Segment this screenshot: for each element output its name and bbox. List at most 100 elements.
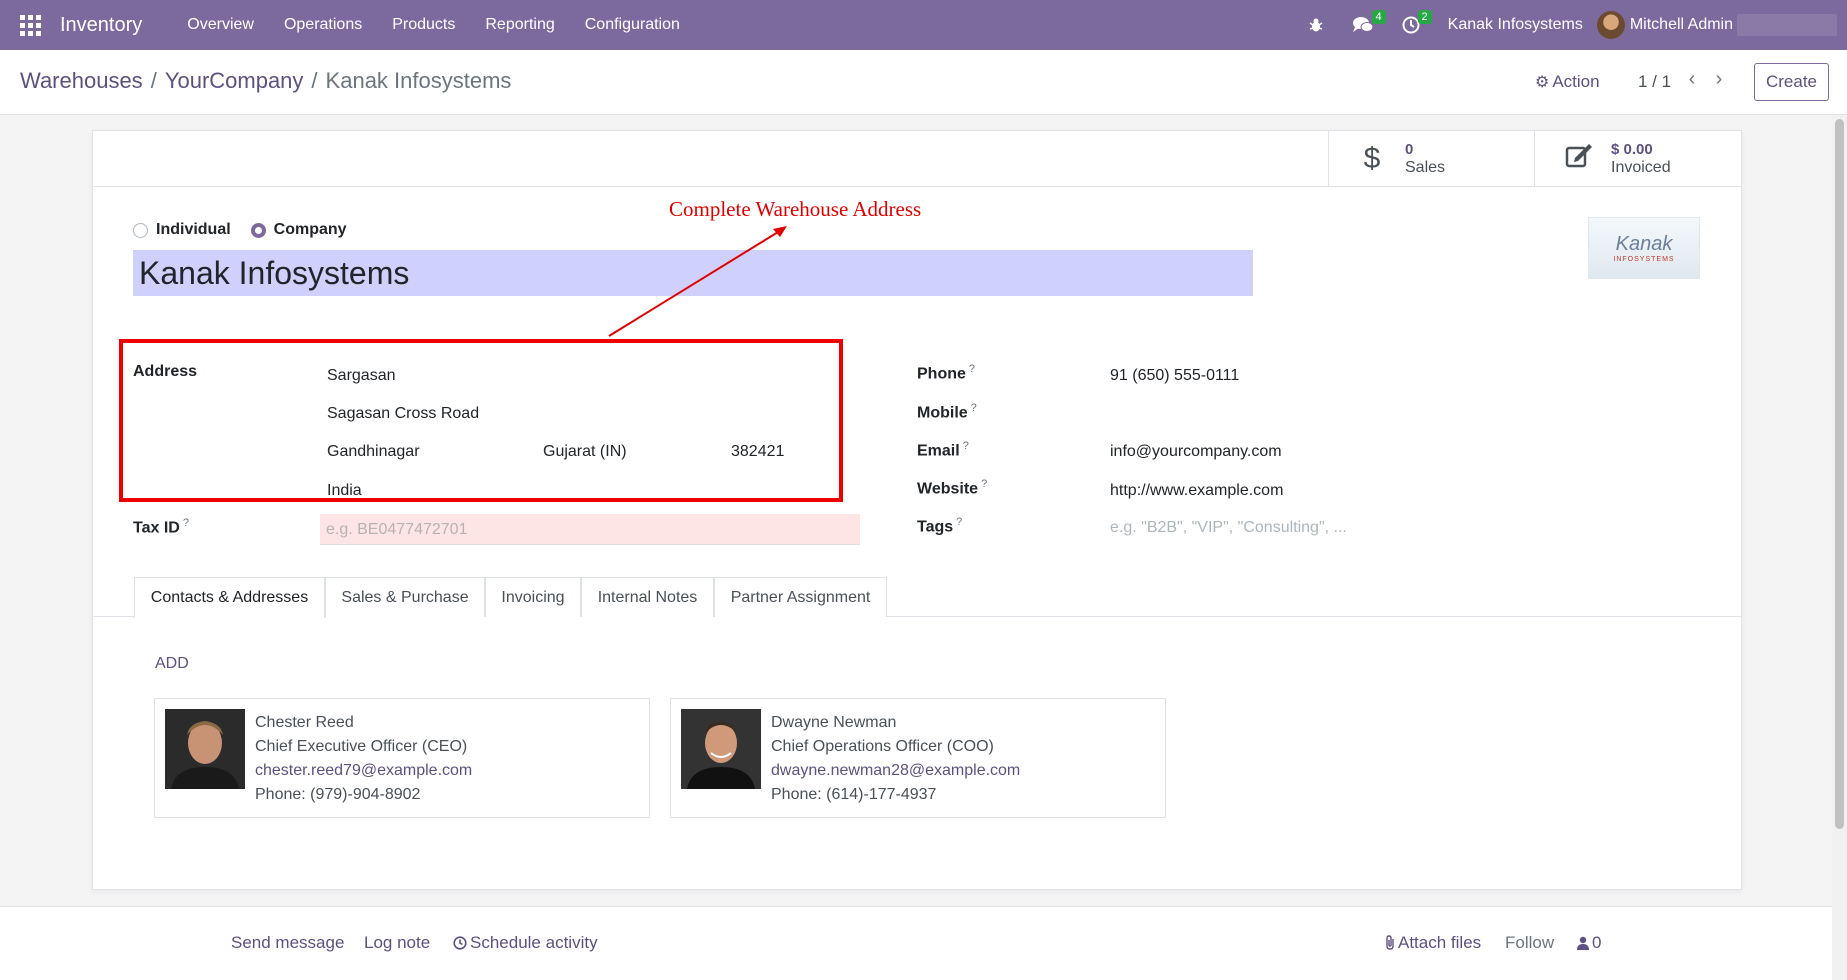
send-message-button[interactable]: Send message — [231, 933, 344, 953]
user-avatar — [1596, 11, 1625, 39]
sales-count: 0 — [1405, 141, 1414, 158]
create-button[interactable]: Create — [1754, 63, 1829, 101]
user-menu[interactable]: Mitchell Admin — [1596, 11, 1847, 39]
messages-chat-icon[interactable]: 4 — [1338, 0, 1388, 50]
tax-id-label: Tax ID? — [133, 517, 189, 537]
phone-field[interactable]: 91 (650) 555-0111 — [1110, 367, 1239, 385]
attach-files-label: Attach files — [1398, 933, 1482, 952]
sales-label: Sales — [1405, 159, 1446, 176]
contact-email[interactable]: chester.reed79@example.com — [255, 759, 472, 783]
tags-label: Tags? — [917, 516, 963, 536]
notebook-tabs: Contacts & Addresses Sales & Purchase In… — [93, 577, 1741, 618]
debug-bug-icon[interactable] — [1294, 0, 1338, 50]
website-field[interactable]: http://www.example.com — [1110, 482, 1283, 500]
email-label: Email? — [917, 440, 969, 460]
contact-photo — [681, 709, 761, 789]
individual-label[interactable]: Individual — [156, 221, 231, 239]
sales-smart-button[interactable]: $ 0 Sales — [1328, 131, 1534, 187]
tags-input[interactable]: e.g. "B2B", "VIP", "Consulting", ... — [1110, 519, 1347, 537]
logo-text: Kanak — [1615, 233, 1673, 255]
edit-icon — [1565, 142, 1592, 176]
schedule-activity-button[interactable]: Schedule activity — [453, 933, 598, 953]
contact-name: Dwayne Newman — [771, 714, 897, 731]
scrollbar-thumb[interactable] — [1835, 119, 1844, 829]
street2-field[interactable]: Sagasan Cross Road — [327, 405, 479, 423]
systray: 4 2 Kanak Infosystems Mitchell Admin — [1294, 0, 1847, 50]
help-tooltip-icon: ? — [970, 402, 977, 414]
invoiced-amount: $ 0.00 — [1611, 141, 1653, 158]
menu-overview[interactable]: Overview — [172, 0, 269, 50]
invoiced-smart-button[interactable]: $ 0.00 Invoiced — [1534, 131, 1741, 187]
invoiced-label: Invoiced — [1611, 159, 1671, 176]
attach-files-button[interactable]: Attach files — [1384, 933, 1481, 953]
app-name[interactable]: Inventory — [60, 14, 142, 37]
address-label: Address — [133, 363, 198, 380]
breadcrumb-warehouses[interactable]: Warehouses — [20, 68, 143, 94]
help-tooltip-icon: ? — [962, 440, 969, 452]
tax-id-input[interactable]: e.g. BE0477472701 — [320, 514, 860, 545]
breadcrumb-separator: / — [150, 68, 157, 93]
help-tooltip-icon: ? — [182, 517, 189, 529]
contact-email[interactable]: dwayne.newman28@example.com — [771, 759, 1020, 783]
schedule-activity-label: Schedule activity — [470, 933, 598, 952]
add-contact-button[interactable]: ADD — [155, 655, 189, 673]
partner-name-input[interactable]: Kanak Infosystems — [133, 250, 1253, 296]
company-switcher[interactable]: Kanak Infosystems — [1434, 16, 1597, 34]
breadcrumb-separator: / — [311, 68, 318, 93]
follow-button[interactable]: Follow — [1505, 933, 1554, 953]
chatter-bar: Send message Log note Schedule activity … — [0, 906, 1832, 980]
street-field[interactable]: Sargasan — [327, 367, 396, 385]
menu-products[interactable]: Products — [377, 0, 470, 50]
menu-operations[interactable]: Operations — [269, 0, 377, 50]
help-tooltip-icon: ? — [968, 363, 976, 375]
control-panel: Warehouses / YourCompany / Kanak Infosys… — [0, 50, 1847, 115]
activities-clock-icon[interactable]: 2 — [1388, 0, 1434, 50]
zip-field[interactable]: 382421 — [731, 443, 784, 461]
contact-title: Chief Operations Officer (COO) — [771, 738, 994, 755]
contact-title: Chief Executive Officer (CEO) — [255, 738, 468, 755]
followers-count: 0 — [1592, 933, 1602, 952]
tab-contacts-addresses[interactable]: Contacts & Addresses — [134, 577, 325, 618]
contact-name: Chester Reed — [255, 714, 354, 731]
logo-subtext: INFOSYSTEMS — [1613, 256, 1675, 263]
main-menu: Overview Operations Products Reporting C… — [172, 0, 695, 50]
pager-value[interactable]: 1 / 1 — [1638, 72, 1671, 92]
tab-internal-notes[interactable]: Internal Notes — [581, 577, 714, 617]
apps-menu-icon[interactable] — [0, 0, 60, 50]
smart-button-box: $ 0 Sales $ 0.00 Invoiced — [93, 131, 1741, 187]
chevron-left-icon[interactable]: ‹ — [1682, 68, 1702, 91]
chevron-right-icon[interactable]: › — [1709, 68, 1729, 91]
form-sheet: $ 0 Sales $ 0.00 Invoiced Individual Com… — [92, 130, 1742, 890]
breadcrumb: Warehouses / YourCompany / Kanak Infosys… — [20, 68, 511, 94]
page-scrollbar[interactable] — [1832, 115, 1847, 980]
annotation-label: Complete Warehouse Address — [669, 197, 922, 221]
country-field[interactable]: India — [327, 482, 362, 500]
company-label[interactable]: Company — [274, 221, 347, 239]
contact-phone: Phone: (614)-177-4937 — [771, 786, 937, 803]
city-field[interactable]: Gandhinagar — [327, 443, 420, 461]
website-label: Website? — [917, 478, 988, 498]
individual-radio[interactable] — [133, 222, 148, 238]
contact-card[interactable]: Chester Reed Chief Executive Officer (CE… — [154, 698, 650, 818]
followers-button[interactable]: 0 — [1577, 933, 1601, 953]
help-tooltip-icon: ? — [981, 478, 988, 490]
contact-photo — [165, 709, 245, 789]
menu-reporting[interactable]: Reporting — [470, 0, 569, 50]
tab-partner-assignment[interactable]: Partner Assignment — [714, 577, 887, 617]
action-label: Action — [1552, 72, 1600, 91]
company-type-selector: Individual Company — [133, 221, 367, 239]
company-logo-image[interactable]: Kanak INFOSYSTEMS — [1588, 217, 1700, 279]
tab-sales-purchase[interactable]: Sales & Purchase — [325, 577, 485, 617]
contact-phone: Phone: (979)-904-8902 — [255, 786, 421, 803]
user-icon — [1577, 936, 1589, 950]
state-field[interactable]: Gujarat (IN) — [543, 443, 627, 461]
contact-card[interactable]: Dwayne Newman Chief Operations Officer (… — [670, 698, 1166, 818]
company-radio[interactable] — [250, 222, 266, 238]
menu-configuration[interactable]: Configuration — [570, 0, 695, 50]
tab-invoicing[interactable]: Invoicing — [485, 577, 581, 617]
action-button[interactable]: ⚙ Action — [1535, 72, 1600, 92]
dollar-icon: $ — [1363, 142, 1381, 175]
email-field[interactable]: info@yourcompany.com — [1110, 443, 1282, 461]
breadcrumb-yourcompany[interactable]: YourCompany — [165, 68, 304, 94]
log-note-button[interactable]: Log note — [364, 933, 430, 953]
